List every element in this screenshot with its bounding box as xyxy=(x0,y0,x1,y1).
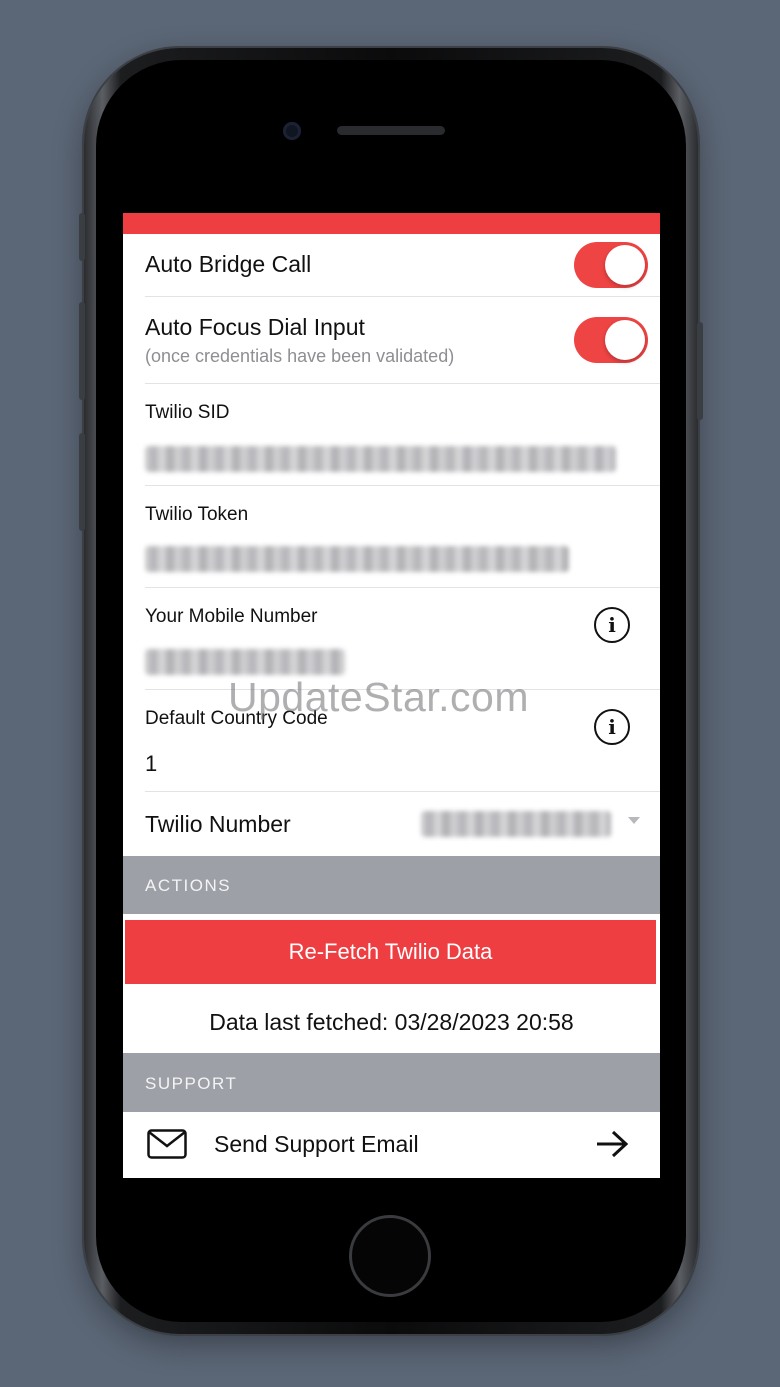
twilio-number-row[interactable]: Twilio Number xyxy=(123,792,660,856)
front-camera xyxy=(283,122,301,140)
last-fetched-text: Data last fetched: 03/28/2023 20:58 xyxy=(209,1009,574,1035)
earpiece-speaker xyxy=(337,126,445,135)
mute-switch xyxy=(79,213,85,261)
arrow-right-icon[interactable] xyxy=(595,1129,629,1159)
home-button[interactable] xyxy=(349,1215,431,1297)
twilio-token-label: Twilio Token xyxy=(145,504,249,525)
support-header-label: SUPPORT xyxy=(145,1074,238,1093)
app-header-strip xyxy=(123,213,660,234)
twilio-number-select[interactable] xyxy=(421,811,611,837)
twilio-number-label: Twilio Number xyxy=(145,811,291,837)
twilio-sid-input[interactable] xyxy=(145,446,616,472)
power-button xyxy=(697,322,703,420)
send-support-email-row[interactable]: Send Support Email xyxy=(123,1112,660,1178)
mobile-number-row: Your Mobile Number i xyxy=(123,588,660,690)
twilio-sid-row: Twilio SID xyxy=(123,384,660,486)
twilio-sid-label: Twilio SID xyxy=(145,402,230,423)
auto-focus-dial-sublabel: (once credentials have been validated) xyxy=(145,346,455,366)
actions-header-label: ACTIONS xyxy=(145,876,232,895)
country-code-info-icon[interactable]: i xyxy=(594,709,630,745)
country-code-row: Default Country Code i 1 xyxy=(123,690,660,792)
auto-focus-dial-label: Auto Focus Dial Input xyxy=(145,314,365,340)
mobile-number-label: Your Mobile Number xyxy=(145,606,318,627)
auto-bridge-call-label: Auto Bridge Call xyxy=(145,251,312,277)
country-code-label: Default Country Code xyxy=(145,708,328,729)
chevron-down-icon[interactable] xyxy=(628,817,640,824)
auto-focus-dial-row: Auto Focus Dial Input (once credentials … xyxy=(123,297,660,384)
send-support-email-label: Send Support Email xyxy=(214,1131,419,1157)
mobile-number-input[interactable] xyxy=(145,649,345,675)
support-section-header: SUPPORT xyxy=(123,1053,660,1112)
auto-focus-dial-toggle[interactable] xyxy=(574,317,648,363)
toggle-knob xyxy=(605,245,645,285)
twilio-token-input[interactable] xyxy=(145,546,569,572)
mobile-number-info-icon[interactable]: i xyxy=(594,607,630,643)
auto-bridge-call-row: Auto Bridge Call xyxy=(123,234,660,297)
twilio-token-row: Twilio Token xyxy=(123,486,660,588)
auto-bridge-call-toggle[interactable] xyxy=(574,242,648,288)
refetch-twilio-data-button[interactable]: Re-Fetch Twilio Data xyxy=(125,920,656,984)
app-screen: Auto Bridge Call Auto Focus Dial Input (… xyxy=(123,213,660,1178)
mail-icon xyxy=(147,1129,187,1159)
country-code-input[interactable]: 1 xyxy=(145,751,157,777)
volume-down-button xyxy=(79,433,85,531)
volume-up-button xyxy=(79,302,85,400)
toggle-knob xyxy=(605,320,645,360)
actions-section-header: ACTIONS xyxy=(123,856,660,914)
